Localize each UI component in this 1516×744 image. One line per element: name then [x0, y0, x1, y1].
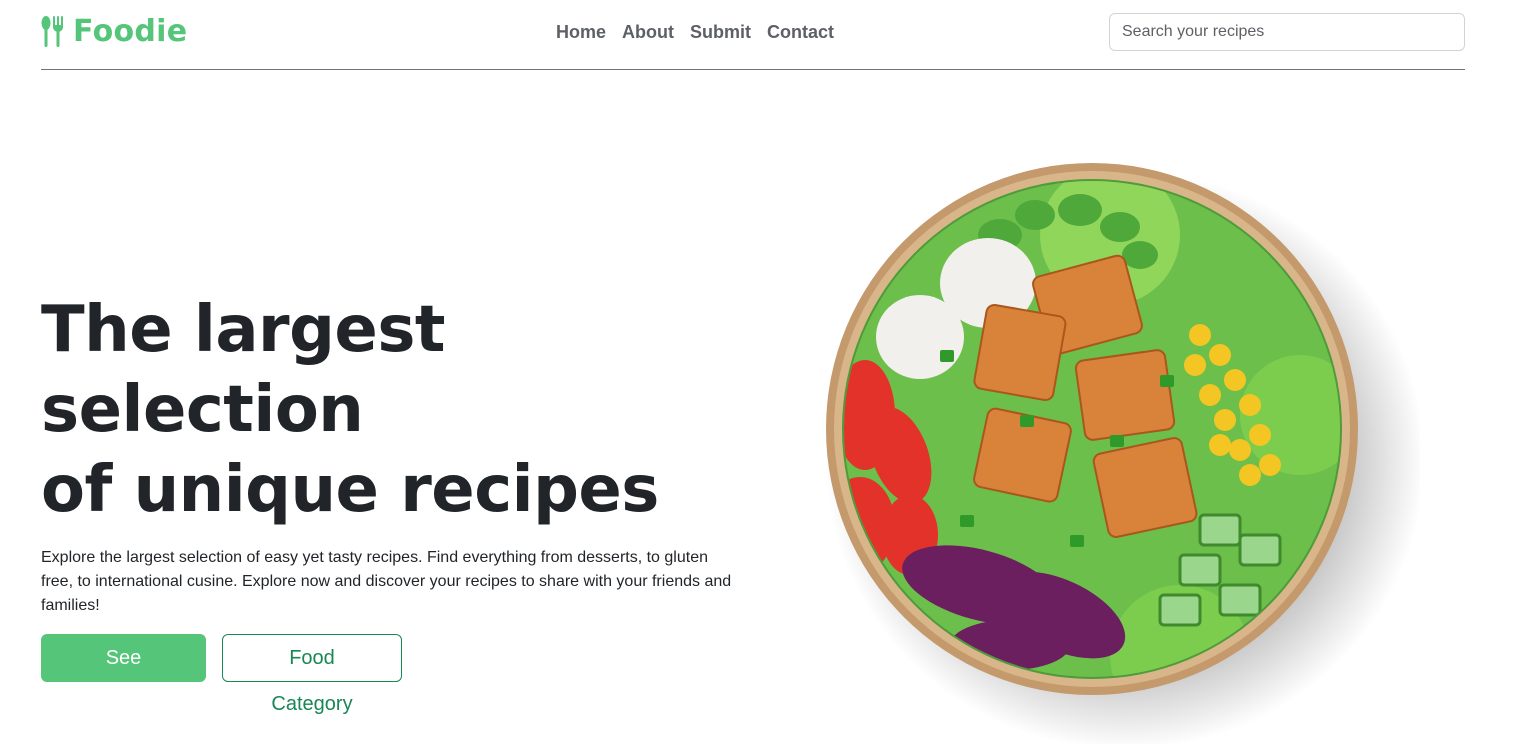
- hero-section: The largest selection of unique recipes …: [41, 290, 741, 715]
- hero-buttons: See Trending Food Category: [41, 634, 741, 715]
- fork-knife-icon: [41, 16, 65, 48]
- hero-headline: The largest selection of unique recipes: [41, 290, 741, 530]
- see-trending-button[interactable]: See Trending: [41, 634, 206, 715]
- nav-about[interactable]: About: [614, 18, 682, 46]
- search-input[interactable]: [1109, 13, 1465, 51]
- brand-name: Foodie: [73, 14, 188, 49]
- salad-bowl-image: [780, 115, 1420, 744]
- main-nav: Home About Submit Contact: [548, 18, 842, 46]
- hero-headline-line-1: The largest selection: [41, 293, 446, 447]
- brand-logo[interactable]: Foodie: [41, 14, 187, 50]
- hero-description: Explore the largest selection of easy ye…: [41, 549, 732, 614]
- site-header: Foodie Home About Submit Contact: [41, 0, 1465, 70]
- hero-headline-line-2: of unique recipes: [41, 453, 659, 527]
- nav-contact[interactable]: Contact: [759, 18, 842, 46]
- food-category-button[interactable]: Food Category: [222, 634, 402, 715]
- nav-home[interactable]: Home: [548, 18, 614, 46]
- nav-submit[interactable]: Submit: [682, 18, 759, 46]
